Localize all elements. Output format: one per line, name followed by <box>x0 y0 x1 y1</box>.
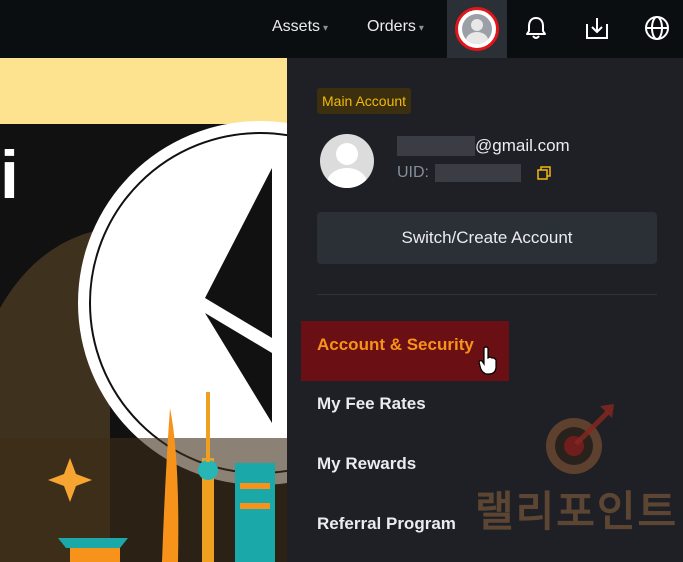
uid-row: UID: <box>397 164 551 182</box>
chevron-down-icon: ▾ <box>418 22 424 34</box>
top-nav-bar: Assets ▾ Orders ▾ <box>0 0 683 58</box>
watermark-text: 랠리포인트 <box>475 487 679 536</box>
redacted-email <box>397 136 475 156</box>
profile-avatar <box>320 134 374 188</box>
download-icon[interactable] <box>583 14 611 42</box>
account-menu-button[interactable] <box>447 0 507 58</box>
redacted-uid <box>435 164 521 182</box>
main-account-badge: Main Account <box>317 88 412 114</box>
email-row: @gmail.com <box>397 136 570 156</box>
email-suffix: @gmail.com <box>475 136 570 155</box>
copy-icon[interactable] <box>537 166 551 180</box>
nav-assets[interactable]: Assets ▾ <box>272 18 328 36</box>
nav-assets-label: Assets <box>272 18 321 35</box>
switch-create-account-button[interactable]: Switch/Create Account <box>317 212 657 264</box>
uid-label: UID: <box>397 164 429 181</box>
bell-icon[interactable] <box>522 14 550 42</box>
nav-orders-label: Orders <box>367 18 416 35</box>
globe-icon[interactable] <box>643 14 671 42</box>
promo-banner: i <box>0 58 287 562</box>
menu-item-label: Account & Security <box>317 335 474 354</box>
nav-orders[interactable]: Orders ▾ <box>367 18 424 36</box>
target-logo-watermark <box>546 404 614 474</box>
highlight-ring <box>455 7 499 51</box>
hand-cursor-icon <box>478 346 497 375</box>
menu-item-fee-rates[interactable]: My Fee Rates <box>317 394 426 414</box>
menu-item-referral-program[interactable]: Referral Program <box>317 514 456 534</box>
divider <box>317 294 657 295</box>
chevron-down-icon: ▾ <box>323 22 329 34</box>
menu-item-rewards[interactable]: My Rewards <box>317 454 416 474</box>
user-avatar-icon <box>462 14 492 44</box>
ethereum-illustration <box>0 121 287 562</box>
